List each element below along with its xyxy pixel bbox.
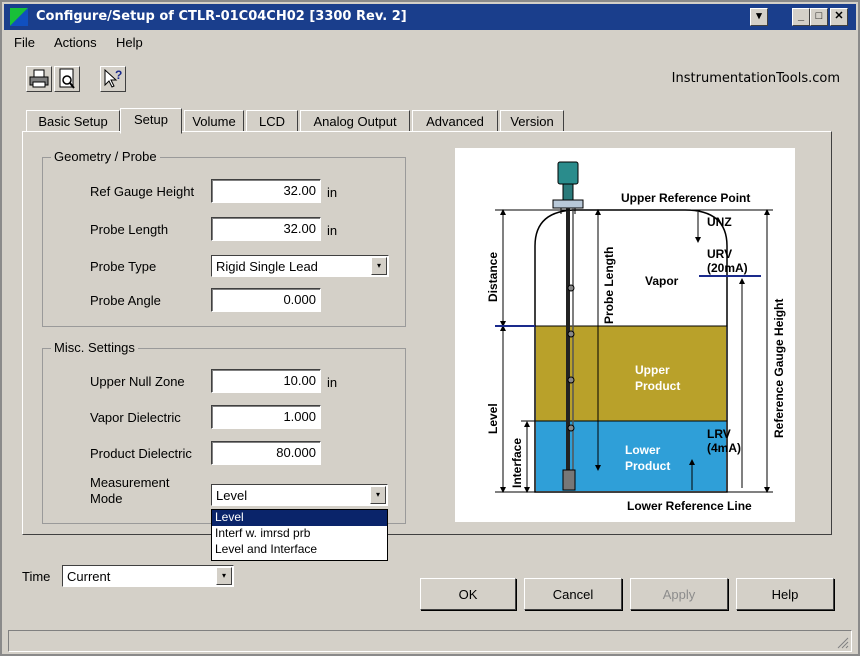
close-icon: ✕ <box>834 10 844 22</box>
print-button[interactable] <box>26 66 52 92</box>
minimize-button[interactable]: _ <box>792 8 810 26</box>
urv-label: URV <box>707 247 732 261</box>
upper-null-zone-label: Upper Null Zone <box>90 374 185 389</box>
menu-actions[interactable]: Actions <box>54 35 97 50</box>
dropdown-option-interface-immersed-probe[interactable]: Interf w. imrsd prb <box>212 526 387 542</box>
probe-angle-field[interactable]: 0.000 <box>211 288 321 312</box>
lrv-label: LRV <box>707 427 731 441</box>
help-button[interactable]: Help <box>736 578 834 610</box>
time-value: Current <box>67 569 111 584</box>
upper-null-zone-unit: in <box>327 375 338 390</box>
urv-ma-label: (20mA) <box>707 261 748 275</box>
transmitter-neck <box>562 183 574 201</box>
vapor-dielectric-field[interactable]: 1.000 <box>211 405 321 429</box>
probe-type-select[interactable]: Rigid Single Lead ▾ <box>211 255 389 277</box>
tab-version[interactable]: Version <box>500 110 564 132</box>
context-help-icon: ? <box>104 68 122 88</box>
title-bar[interactable]: Configure/Setup of CTLR-01C04CH02 [3300 … <box>4 4 856 30</box>
upper-reference-point-label: Upper Reference Point <box>621 191 750 205</box>
level-label: Level <box>486 403 500 434</box>
status-bar <box>8 630 852 652</box>
apply-button[interactable]: Apply <box>630 578 728 610</box>
minimize-icon: _ <box>797 10 805 22</box>
tab-setup[interactable]: Setup <box>120 108 182 134</box>
distance-label: Distance <box>486 252 500 302</box>
tank-diagram: Upper Reference Point Lower Reference Li… <box>455 148 795 522</box>
unz-label: UNZ <box>707 215 732 229</box>
product-dielectric-label: Product Dielectric <box>90 446 192 461</box>
svg-text:?: ? <box>115 68 122 82</box>
probe-angle-label: Probe Angle <box>90 293 161 308</box>
measurement-mode-label-line2: Mode <box>90 491 123 506</box>
ref-gauge-height-label: Ref Gauge Height <box>90 184 195 199</box>
time-dropdown-button[interactable]: ▾ <box>216 567 232 585</box>
upper-product-label-1: Upper <box>635 363 670 377</box>
maximize-icon: □ <box>815 10 823 22</box>
tab-analog-output[interactable]: Analog Output <box>300 110 410 132</box>
dropdown-icon: ▾ <box>375 490 380 499</box>
probe-length-diagram-label: Probe Length <box>602 247 616 324</box>
measurement-mode-label-line1: Measurement <box>90 475 170 490</box>
window-title: Configure/Setup of CTLR-01C04CH02 [3300 … <box>36 9 407 24</box>
resize-grip-icon[interactable] <box>835 635 849 649</box>
reference-gauge-height-label: Reference Gauge Height <box>772 299 786 438</box>
title-dropdown-button[interactable]: ▾ <box>750 8 768 26</box>
probe-weight <box>562 469 576 491</box>
probe-type-label: Probe Type <box>90 259 157 274</box>
tank-diagram-svg: Upper Reference Point Lower Reference Li… <box>486 161 786 513</box>
dropdown-option-level-and-interface[interactable]: Level and Interface <box>212 542 387 558</box>
ref-gauge-height-unit: in <box>327 185 338 200</box>
app-icon <box>10 8 28 26</box>
print-preview-button[interactable] <box>54 66 80 92</box>
config-window: Configure/Setup of CTLR-01C04CH02 [3300 … <box>0 0 860 656</box>
probe-type-value: Rigid Single Lead <box>216 259 318 274</box>
upper-product-label-2: Product <box>635 379 680 393</box>
misc-settings-title: Misc. Settings <box>51 340 138 355</box>
probe-length-label: Probe Length <box>90 222 169 237</box>
lower-reference-line-label: Lower Reference Line <box>627 499 752 513</box>
product-dielectric-field[interactable]: 80.000 <box>211 441 321 465</box>
probe-length-unit: in <box>327 223 338 238</box>
geometry-probe-title: Geometry / Probe <box>51 149 160 164</box>
lower-product-label-1: Lower <box>625 443 661 457</box>
print-preview-icon <box>59 68 75 89</box>
printer-icon <box>29 69 49 88</box>
measurement-mode-select[interactable]: Level ▾ <box>211 484 388 506</box>
tank-flange <box>552 199 584 209</box>
vapor-dielectric-label: Vapor Dielectric <box>90 410 181 425</box>
tab-advanced[interactable]: Advanced <box>412 110 498 132</box>
menu-help[interactable]: Help <box>116 35 143 50</box>
measurement-mode-dropdown-button[interactable]: ▾ <box>370 486 386 504</box>
probe-type-dropdown-button[interactable]: ▾ <box>371 257 387 275</box>
tab-volume[interactable]: Volume <box>184 110 244 132</box>
time-label: Time <box>22 569 51 584</box>
lower-product-label-2: Product <box>625 459 670 473</box>
dropdown-icon: ▾ <box>756 10 762 22</box>
measurement-mode-value: Level <box>216 488 248 503</box>
menu-file[interactable]: File <box>14 35 35 50</box>
toolbar: ? InstrumentationTools.com <box>4 58 856 96</box>
dropdown-icon: ▾ <box>221 571 226 580</box>
upper-product-fill <box>536 326 726 421</box>
dropdown-option-level[interactable]: Level <box>212 510 387 526</box>
cancel-button[interactable]: Cancel <box>524 578 622 610</box>
vapor-label: Vapor <box>645 274 679 288</box>
close-button[interactable]: ✕ <box>830 8 848 26</box>
context-help-button[interactable]: ? <box>100 66 126 92</box>
ref-gauge-height-field[interactable]: 32.00 <box>211 179 321 203</box>
tab-basic-setup[interactable]: Basic Setup <box>26 110 120 132</box>
dropdown-icon: ▾ <box>376 261 381 270</box>
measurement-mode-dropdown-list: Level Interf w. imrsd prb Level and Inte… <box>211 509 388 561</box>
probe-length-field[interactable]: 32.00 <box>211 217 321 241</box>
maximize-button[interactable]: □ <box>810 8 828 26</box>
transmitter-head <box>557 161 579 185</box>
brand-label: InstrumentationTools.com <box>671 71 840 86</box>
lrv-ma-label: (4mA) <box>707 441 741 455</box>
tab-lcd[interactable]: LCD <box>246 110 298 132</box>
time-select[interactable]: Current ▾ <box>62 565 234 587</box>
menu-bar: File Actions Help <box>4 32 856 54</box>
ok-button[interactable]: OK <box>420 578 516 610</box>
interface-label: Interface <box>510 438 524 488</box>
upper-null-zone-field[interactable]: 10.00 <box>211 369 321 393</box>
